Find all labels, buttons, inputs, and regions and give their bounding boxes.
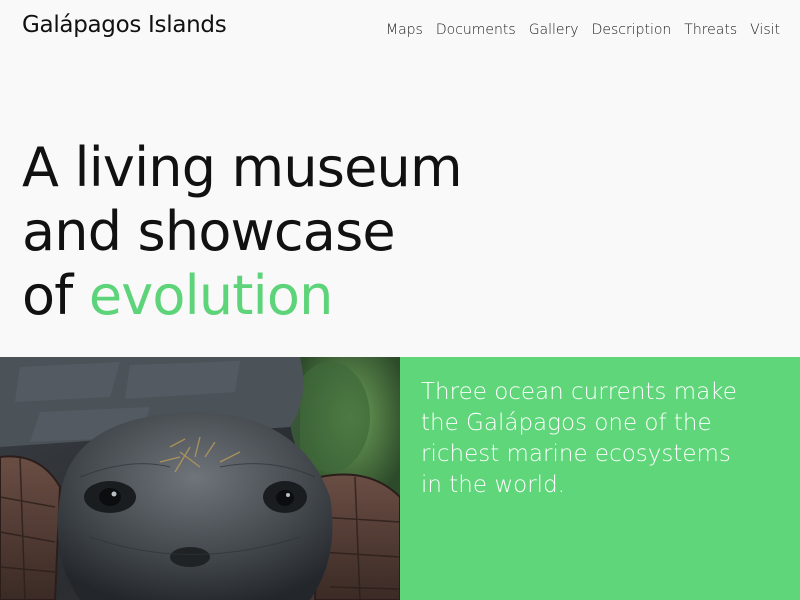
info-text: Three ocean currents make the Galápagos … [421,379,737,498]
nav-maps[interactable]: Maps [386,22,423,38]
nav-description[interactable]: Description [592,22,672,38]
nav-documents[interactable]: Documents [436,22,516,38]
nav-gallery[interactable]: Gallery [529,22,579,38]
nav-visit[interactable]: Visit [750,22,780,38]
tortoise-photo [0,357,400,600]
hero-line-2: and showcase [22,200,396,263]
hero-line-3-prefix: of [22,264,89,327]
site-header: Galápagos Islands Maps Documents Gallery… [0,0,800,64]
hero-line-3: of evolution [22,264,622,328]
site-title[interactable]: Galápagos Islands [22,12,227,38]
hero-accent-word: evolution [88,264,333,327]
nav-threats[interactable]: Threats [684,22,737,38]
hero-heading: A living museum and showcase of evolutio… [22,136,622,328]
main-nav: Maps Documents Gallery Description Threa… [386,22,780,38]
hero-line-1: A living museum [22,136,463,199]
info-panel: Three ocean currents make the Galápagos … [400,357,800,600]
tortoise-illustration [0,357,400,600]
